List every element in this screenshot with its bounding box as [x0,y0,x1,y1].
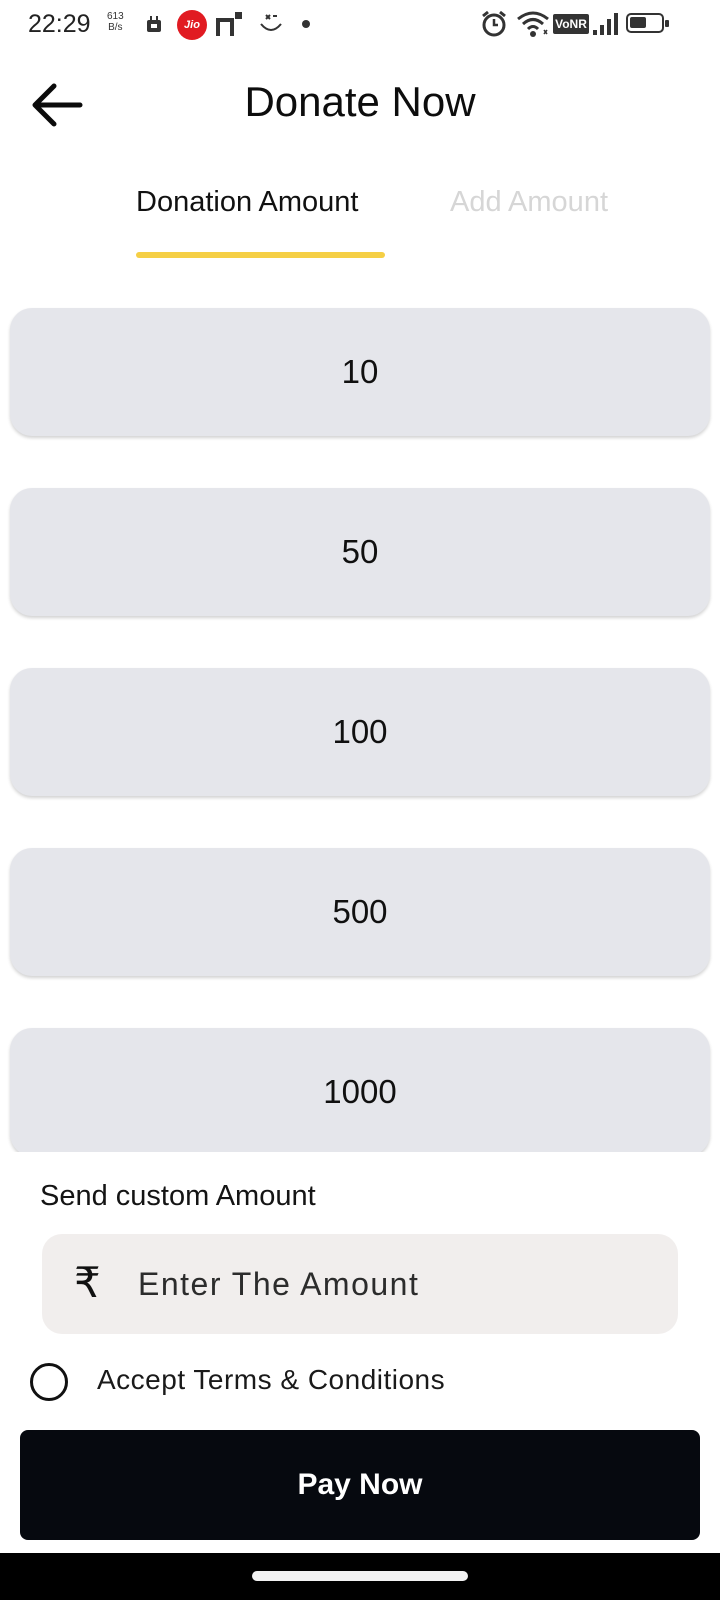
system-nav-bar [0,1553,720,1600]
amount-option-10[interactable]: 10 [10,308,710,436]
amount-list[interactable]: 10 50 100 500 1000 [0,300,720,1152]
alarm-icon [482,10,506,37]
network-speed: 613 B/s [107,11,124,33]
active-tab-indicator [136,252,385,258]
terms-radio[interactable] [30,1363,68,1401]
network-speed-unit: B/s [108,22,123,33]
page-title: Donate Now [244,78,476,125]
signal-icon [593,13,618,35]
terms-label[interactable]: Accept Terms & Conditions [97,1364,445,1396]
wifi-icon [517,11,549,37]
home-gesture-handle[interactable] [252,1571,468,1581]
status-time: 22:29 [28,10,91,38]
tab-donation-amount[interactable]: Donation Amount [136,186,358,219]
vonr-icon: VoNR [553,14,589,34]
battery-icon [626,13,669,33]
pay-now-button[interactable]: Pay Now [20,1430,700,1540]
dot-icon [302,20,310,28]
status-bar: 22:29 613 B/s Jio VoNR [0,0,720,50]
amount-option-1000[interactable]: 1000 [10,1028,710,1152]
custom-amount-input[interactable] [138,1256,658,1312]
tab-add-amount[interactable]: Add Amount [450,186,608,219]
amount-option-500[interactable]: 500 [10,848,710,976]
face-icon [260,14,282,31]
network-speed-value: 613 [107,11,124,22]
rupee-icon: ₹ [74,1259,101,1306]
video-icon [147,16,161,32]
screen-cast-icon [216,12,242,36]
amount-option-100[interactable]: 100 [10,668,710,796]
amount-option-50[interactable]: 50 [10,488,710,616]
custom-amount-label: Send custom Amount [40,1180,316,1212]
jio-icon: Jio [177,10,207,40]
